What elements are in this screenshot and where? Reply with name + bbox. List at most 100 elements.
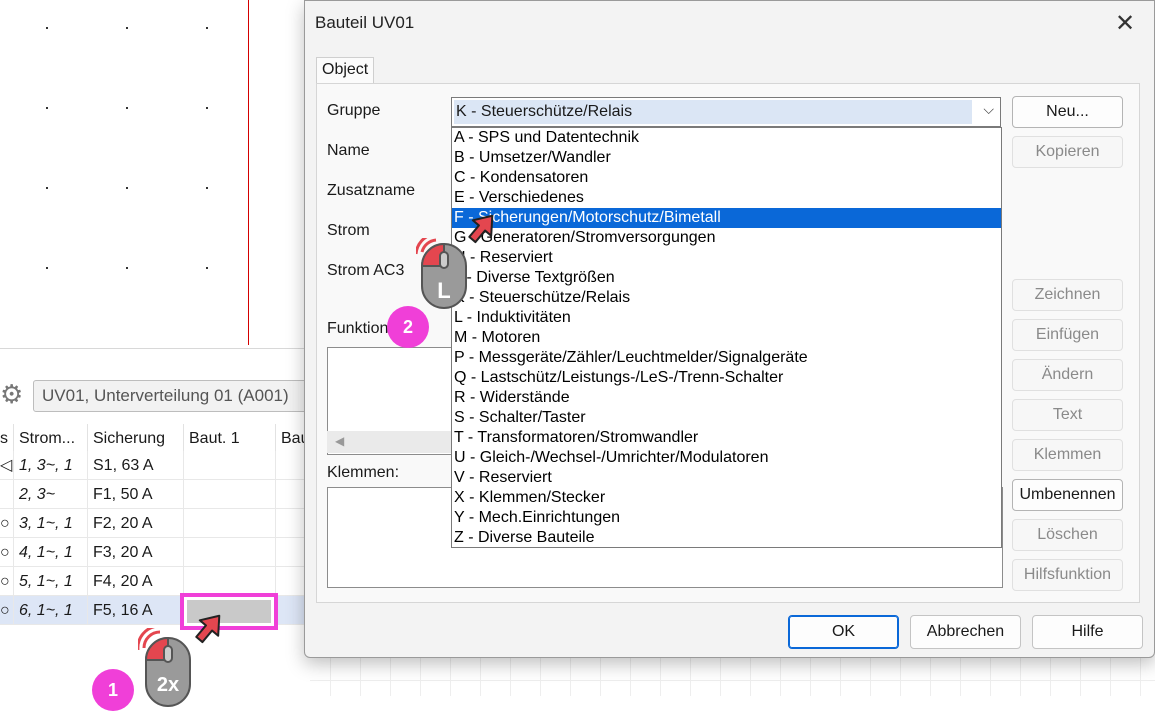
dropdown-option[interactable]: A - SPS und Datentechnik <box>452 128 1001 148</box>
strom-cell[interactable]: 5, 1~, 1 <box>14 567 88 596</box>
strom-ac3-label: Strom AC3 <box>327 262 405 279</box>
einfuegen-button[interactable]: Einfügen <box>1012 319 1123 351</box>
sicherung-cell[interactable]: F5, 16 A <box>88 596 184 625</box>
sicherung-cell[interactable]: F1, 50 A <box>88 480 184 509</box>
dropdown-option[interactable]: U - Gleich-/Wechsel-/Umrichter/Modulator… <box>452 448 1001 468</box>
column-header-baut-1[interactable]: Baut. 1 <box>184 424 276 454</box>
loeschen-button[interactable]: Löschen <box>1012 519 1123 551</box>
grid-dot <box>206 27 208 29</box>
tab-object[interactable]: Object <box>316 57 374 84</box>
row-marker: ◁ <box>0 451 14 480</box>
dropdown-option[interactable]: C - Kondensatoren <box>452 168 1001 188</box>
hilfsfunktion-button[interactable]: Hilfsfunktion <box>1012 559 1123 591</box>
baut-1-cell[interactable] <box>184 480 276 509</box>
abbrechen-button[interactable]: Abbrechen <box>910 615 1021 649</box>
grid-dot <box>46 107 48 109</box>
close-icon[interactable]: ✕ <box>1110 9 1140 39</box>
dropdown-option[interactable]: J - Diverse Textgrößen <box>452 268 1001 288</box>
table-row[interactable]: ◁ 1, 3~, 1 S1, 63 A <box>0 451 310 480</box>
dropdown-option[interactable]: P - Messgeräte/Zähler/Leuchtmelder/Signa… <box>452 348 1001 368</box>
table-row[interactable]: ○ 5, 1~, 1 F4, 20 A <box>0 567 310 596</box>
column-header-sicherung[interactable]: Sicherung <box>88 424 184 454</box>
dropdown-option[interactable]: H - Reserviert <box>452 248 1001 268</box>
klemmen-label: Klemmen: <box>327 464 400 481</box>
column-header-strom[interactable]: Strom... <box>14 424 88 454</box>
cursor-arrow-icon <box>195 614 221 644</box>
grid-dot <box>126 187 128 189</box>
aendern-button[interactable]: Ändern <box>1012 359 1123 391</box>
step-2-badge: 2 <box>387 306 429 348</box>
gear-icon[interactable]: ⚙ <box>0 379 23 409</box>
ok-button[interactable]: OK <box>788 615 899 649</box>
dropdown-option[interactable]: E - Verschiedenes <box>452 188 1001 208</box>
grid-dot <box>206 187 208 189</box>
funktion-scrollbar[interactable]: ◀ <box>327 431 453 453</box>
sicherung-cell[interactable]: F3, 20 A <box>88 538 184 567</box>
funktion-label: Funktion <box>327 320 389 337</box>
kopieren-button[interactable]: Kopieren <box>1012 136 1123 168</box>
grid-dot <box>126 267 128 269</box>
dropdown-option-highlighted[interactable]: F - Sicherungen/Motorschutz/Bimetall <box>452 208 1001 228</box>
grid-dot <box>206 107 208 109</box>
scroll-left-icon[interactable]: ◀ <box>335 434 344 448</box>
strom-cell[interactable]: 6, 1~, 1 <box>14 596 88 625</box>
dropdown-option[interactable]: B - Umsetzer/Wandler <box>452 148 1001 168</box>
dropdown-option[interactable]: R - Widerstände <box>452 388 1001 408</box>
gruppe-select-value: K - Steuerschütze/Relais <box>456 103 633 120</box>
grid-dot <box>126 27 128 29</box>
sicherung-cell[interactable]: S1, 63 A <box>88 451 184 480</box>
zusatzname-label: Zusatzname <box>327 182 416 199</box>
dropdown-option[interactable]: S - Schalter/Taster <box>452 408 1001 428</box>
baut-1-cell[interactable] <box>184 509 276 538</box>
grid-dot <box>126 107 128 109</box>
strom-cell[interactable]: 1, 3~, 1 <box>14 451 88 480</box>
dropdown-option[interactable]: K - Steuerschütze/Relais <box>452 288 1001 308</box>
umbenennen-button[interactable]: Umbenennen <box>1012 479 1123 511</box>
gruppe-label: Gruppe <box>327 102 381 119</box>
distribution-path-field[interactable]: UV01, Unterverteilung 01 (A001) <box>33 380 308 412</box>
grid-dot <box>46 267 48 269</box>
gruppe-select[interactable]: K - Steuerschütze/Relais ⌵ <box>451 97 1001 127</box>
baut-1-cell[interactable] <box>184 451 276 480</box>
baut-1-cell[interactable] <box>184 538 276 567</box>
strom-cell[interactable]: 3, 1~, 1 <box>14 509 88 538</box>
dropdown-option[interactable]: X - Klemmen/Stecker <box>452 488 1001 508</box>
chevron-down-icon[interactable]: ⌵ <box>983 101 994 118</box>
dropdown-option[interactable]: T - Transformatoren/Stromwandler <box>452 428 1001 448</box>
gruppe-dropdown-list[interactable]: A - SPS und Datentechnik B - Umsetzer/Wa… <box>451 127 1002 548</box>
zeichnen-button[interactable]: Zeichnen <box>1012 279 1123 311</box>
row-marker <box>0 480 14 509</box>
strom-cell[interactable]: 2, 3~ <box>14 480 88 509</box>
grid-dot <box>46 187 48 189</box>
sicherung-cell[interactable]: F4, 20 A <box>88 567 184 596</box>
row-marker: ○ <box>0 596 14 625</box>
baut-1-cell[interactable] <box>184 567 276 596</box>
row-marker: ○ <box>0 509 14 538</box>
dropdown-option[interactable]: G - Generatoren/Stromversorgungen <box>452 228 1001 248</box>
strom-cell[interactable]: 4, 1~, 1 <box>14 538 88 567</box>
strom-label: Strom <box>327 222 370 239</box>
mouse-double-click-label: 2x <box>156 674 180 696</box>
dropdown-option[interactable]: M - Motoren <box>452 328 1001 348</box>
klemmen-button[interactable]: Klemmen <box>1012 439 1123 471</box>
column-header[interactable]: s <box>0 424 14 454</box>
bauteil-dialog: Bauteil UV01 ✕ Object Gruppe Name Zusatz… <box>304 0 1155 658</box>
hilfe-button[interactable]: Hilfe <box>1032 615 1143 649</box>
dropdown-option[interactable]: V - Reserviert <box>452 468 1001 488</box>
dropdown-option[interactable]: Z - Diverse Bauteile <box>452 528 1001 547</box>
neu-button[interactable]: Neu... <box>1012 96 1123 128</box>
row-marker: ○ <box>0 538 14 567</box>
dialog-title: Bauteil UV01 <box>315 13 415 32</box>
dropdown-option[interactable]: L - Induktivitäten <box>452 308 1001 328</box>
table-row[interactable]: ○ 4, 1~, 1 F3, 20 A <box>0 538 310 567</box>
dropdown-option[interactable]: Y - Mech.Einrichtungen <box>452 508 1001 528</box>
step-1-badge: 1 <box>92 669 134 711</box>
dropdown-option[interactable]: Q - Lastschütz/Leistungs-/LeS-/Trenn-Sch… <box>452 368 1001 388</box>
name-label: Name <box>327 142 370 159</box>
text-button[interactable]: Text <box>1012 399 1123 431</box>
table-row[interactable]: ○ 3, 1~, 1 F2, 20 A <box>0 509 310 538</box>
mouse-left-label: L <box>437 278 451 303</box>
table-row[interactable]: 2, 3~ F1, 50 A <box>0 480 310 509</box>
row-marker: ○ <box>0 567 14 596</box>
sicherung-cell[interactable]: F2, 20 A <box>88 509 184 538</box>
